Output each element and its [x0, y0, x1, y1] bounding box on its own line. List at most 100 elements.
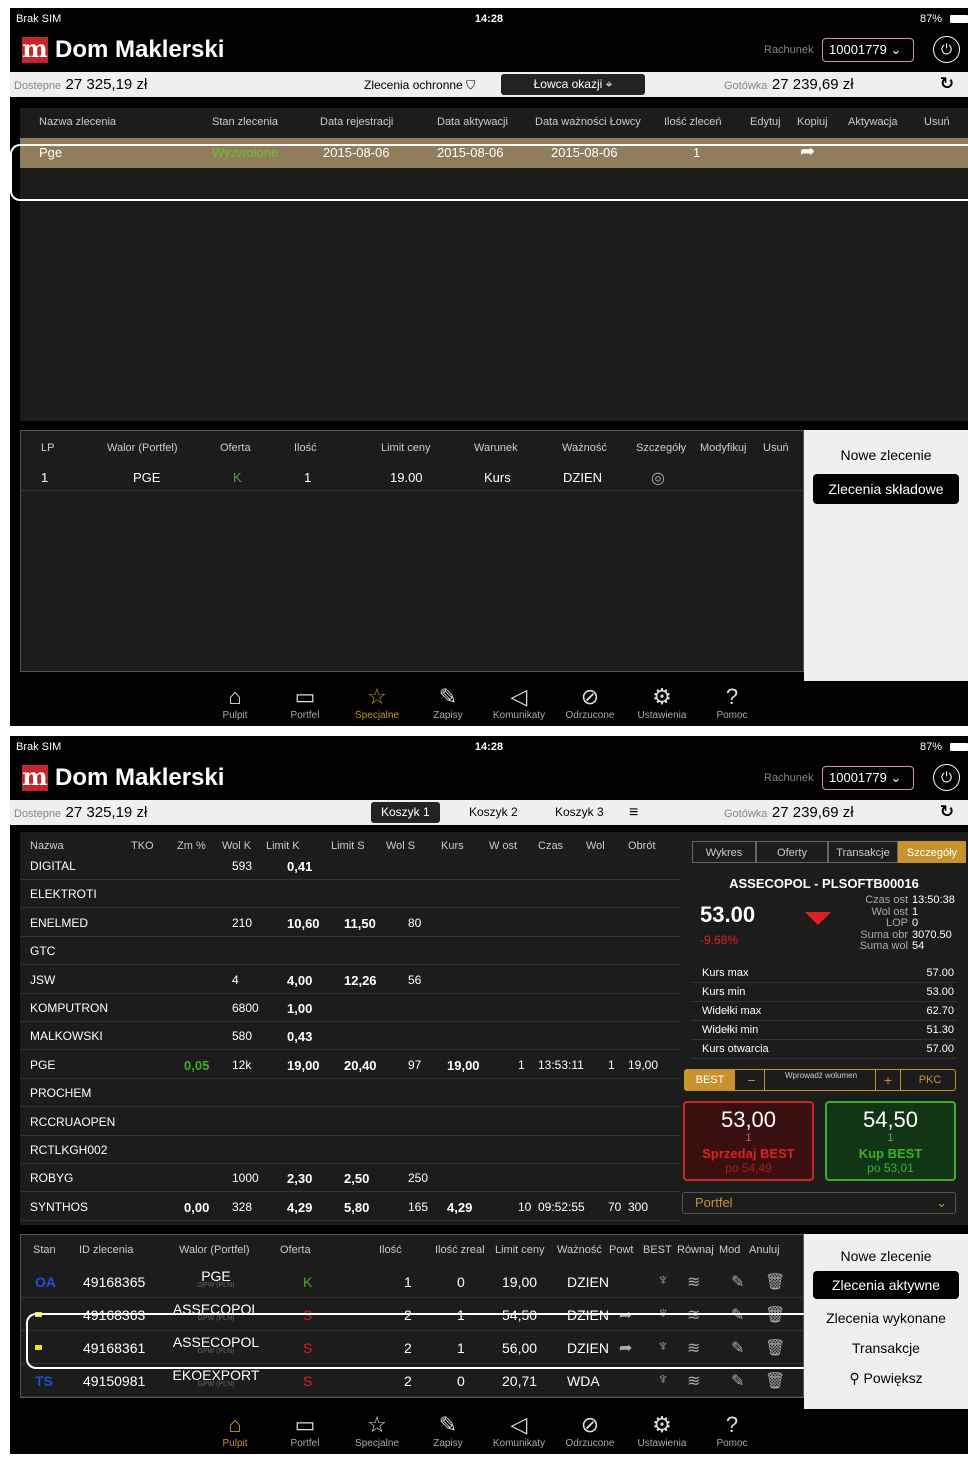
tab-chart[interactable]: Wykres [692, 841, 756, 863]
trophy-icon[interactable]: ♆ [657, 1272, 669, 1290]
rejected-icon: ⊘ [580, 684, 600, 709]
watchlist-row[interactable]: ENELMED 210 10,60 11,50 80 [20, 909, 680, 937]
minus-button[interactable]: − [739, 1070, 765, 1090]
equalize-icon[interactable]: ≋ [687, 1272, 700, 1292]
portfolio-label: Portfel [695, 1195, 733, 1210]
order-filled: 0 [457, 1274, 465, 1290]
info-value: 13:50:38 [912, 894, 955, 906]
megaphone-icon: ◁ [510, 684, 528, 709]
executed-orders-button[interactable]: Zlecenia wykonane [804, 1310, 968, 1326]
volume-input[interactable]: Wprowadź wolumen [767, 1072, 875, 1080]
nav-komunikaty[interactable]: ◁ Komunikaty [489, 684, 549, 721]
nav-label: Zapisy [433, 1438, 463, 1449]
bottom-nav: ⌂ Pulpit ▭ Portfel ☆ Specjalne ✎ Zapisy ◁ Kom… [10, 681, 968, 726]
basket-tab-3[interactable]: Koszyk 3 [545, 802, 614, 823]
nav-odrzucone[interactable]: ⊘ Odrzucone [560, 684, 620, 721]
detail-label: Widełki max [702, 1005, 762, 1017]
tab-transactions[interactable]: Transakcje [828, 841, 898, 863]
refresh-icon[interactable]: ↻ [940, 74, 954, 94]
nav-ustawienia[interactable]: ⚙ Ustawienia [632, 684, 692, 721]
watchlist-row[interactable]: ELEKTROTI [20, 880, 680, 909]
nav-label: Pulpit [222, 1438, 248, 1449]
trash-icon[interactable]: 🗑 [765, 1371, 785, 1391]
pkc-button[interactable]: PKC [907, 1070, 953, 1090]
equalize-icon[interactable]: ≋ [687, 1371, 700, 1391]
protective-orders-tab[interactable]: Zlecenia ochronne ⛉ [364, 78, 475, 93]
col-header: Limit S [331, 840, 365, 852]
nav-pomoc[interactable]: ? Pomoc [702, 1412, 762, 1449]
nav-label: Zapisy [433, 710, 463, 721]
watchlist-row[interactable]: SYNTHOS 0,00 328 4,29 5,80 165 4,29 10 09:52:55 7… [20, 1193, 680, 1221]
new-order-button[interactable]: Nowe zlecenie [804, 447, 968, 463]
trash-icon[interactable]: 🗑 [765, 1272, 785, 1292]
nav-portfel[interactable]: ▭ Portfel [275, 1412, 335, 1449]
watchlist-row[interactable]: RCCRUAOPEN [20, 1108, 680, 1136]
menu-icon[interactable]: ≡ [619, 802, 648, 823]
help-icon: ? [725, 1412, 739, 1437]
zoom-button[interactable]: ⚲ Powiększ [804, 1370, 968, 1387]
sell-best-button[interactable]: 53,00 1 Sprzedaj BEST po 54,49 [683, 1101, 814, 1181]
watchlist-row[interactable]: JSW 4 4,00 12,26 56 [20, 966, 680, 994]
detail-label: Kurs min [702, 986, 746, 998]
account-select[interactable]: 10001779 ⌄ [822, 38, 914, 62]
watchlist-row[interactable]: GTC [20, 937, 680, 966]
watchlist-row[interactable]: DIGITAL 593 0,41 [20, 852, 680, 880]
nav-pulpit[interactable]: ⌂ Pulpit [205, 684, 265, 721]
trophy-icon[interactable]: ♆ [657, 1371, 669, 1389]
tab-details[interactable]: Szczegóły [898, 841, 966, 863]
col-header: Limit K [266, 840, 300, 852]
nav-zapisy[interactable]: ✎ Zapisy [418, 684, 478, 721]
nav-label: Specjalne [355, 1438, 399, 1449]
account-select[interactable]: 10001779 ⌄ [822, 766, 914, 790]
nav-pomoc[interactable]: ? Pomoc [702, 684, 762, 721]
order-status: OA [35, 1274, 56, 1290]
watchlist-row[interactable]: KOMPUTRON 6800 1,00 [20, 994, 680, 1022]
refresh-icon[interactable]: ↻ [940, 802, 954, 822]
nav-portfel[interactable]: ▭ Portfel [275, 684, 335, 721]
plus-button[interactable]: + [875, 1070, 901, 1090]
order-limit: 19,00 [502, 1274, 538, 1290]
shield-icon: ⛉ [466, 78, 476, 92]
watchlist-row[interactable]: PGE 0,05 12k 19,00 20,40 97 19,00 1 13:53:11 1 19,… [20, 1051, 680, 1079]
buy-best-button[interactable]: 54,50 1 Kup BEST po 53,01 [825, 1101, 956, 1181]
new-order-button[interactable]: Nowe zlecenie [804, 1248, 968, 1264]
cell-wolk: 580 [232, 1029, 253, 1044]
table-row[interactable]: 1 PGE K 1 19.00 Kurs DZIEN ◎ [21, 465, 803, 491]
pencil-icon[interactable]: ✎ [731, 1272, 744, 1292]
order-row[interactable]: OA 49168365 PGE GPW (PLN) K 1 0 19,00 DZIEN ♆ ≋ ✎ 🗑 [21, 1265, 803, 1298]
nav-odrzucone[interactable]: ⊘ Odrzucone [560, 1412, 620, 1449]
watchlist-row[interactable]: MALKOWSKI 580 0,43 [20, 1022, 680, 1051]
component-orders-button[interactable]: Zlecenia składowe [813, 474, 959, 504]
cell-wolk: 328 [232, 1199, 253, 1214]
watchlist-row[interactable]: RCTLKGH002 [20, 1136, 680, 1164]
cell-limk: 19,00 [287, 1057, 320, 1073]
star-icon: ☆ [367, 1412, 387, 1437]
transactions-button[interactable]: Transakcje [804, 1340, 968, 1356]
nav-label: Pomoc [716, 1438, 748, 1449]
nav-pulpit[interactable]: ⌂ Pulpit [205, 1412, 265, 1449]
clock: 14:28 [474, 13, 504, 25]
active-orders-button[interactable]: Zlecenia aktywne [813, 1271, 959, 1299]
power-icon[interactable]: ⏻ [933, 36, 960, 63]
sell-label: Sprzedaj BEST [702, 1146, 795, 1161]
pencil-icon[interactable]: ✎ [731, 1371, 744, 1391]
detail-value: 57.00 [926, 1043, 954, 1055]
watchlist-row[interactable]: ROBYG 1000 2,30 2,50 250 [20, 1164, 680, 1193]
portfolio-select[interactable]: Portfel ⌄ [682, 1192, 956, 1214]
power-icon[interactable]: ⏻ [933, 764, 960, 791]
bargain-hunter-tab[interactable]: Łowca okazji ⌖ [501, 74, 645, 95]
basket-tab-2[interactable]: Koszyk 2 [459, 802, 528, 823]
col-header: W ost [489, 840, 518, 852]
best-toggle[interactable]: BEST [685, 1070, 735, 1090]
instrument-market: GPW (PLN) [197, 1282, 235, 1289]
nav-specjalne[interactable]: ☆ Specjalne [347, 684, 407, 721]
basket-tab-1[interactable]: Koszyk 1 [371, 802, 440, 823]
info-label: Czas ost [865, 894, 908, 906]
watchlist-row[interactable]: PROCHEM [20, 1079, 680, 1108]
nav-zapisy[interactable]: ✎ Zapisy [418, 1412, 478, 1449]
nav-komunikaty[interactable]: ◁ Komunikaty [489, 1412, 549, 1449]
nav-specjalne[interactable]: ☆ Specjalne [347, 1412, 407, 1449]
eye-icon[interactable]: ◎ [651, 468, 665, 488]
tab-offers[interactable]: Oferty [756, 841, 828, 863]
nav-ustawienia[interactable]: ⚙ Ustawienia [632, 1412, 692, 1449]
